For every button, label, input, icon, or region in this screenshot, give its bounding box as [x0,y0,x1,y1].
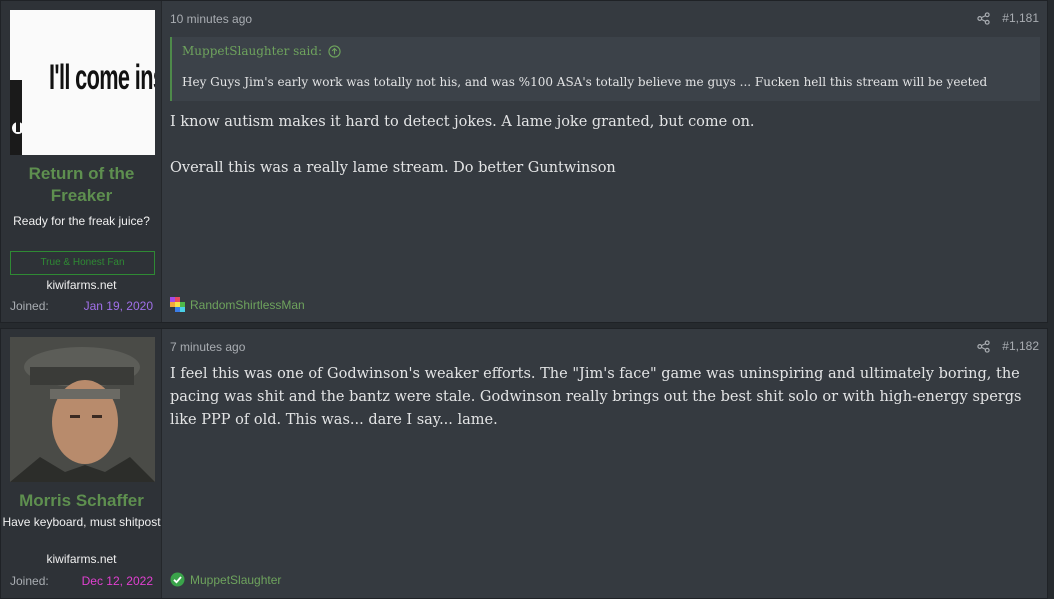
message-body: I know autism makes it hard to detect jo… [170,111,1030,180]
quote-author[interactable]: MuppetSlaughter said: [182,44,322,58]
quote-block: MuppetSlaughter said: Hey Guys Jim's ear… [170,37,1040,101]
post-1181: I'll come inside Return of the Freaker R… [0,0,1048,323]
arrow-up-circle-icon[interactable] [328,44,341,58]
post-time[interactable]: 7 minutes ago [170,340,245,354]
user-site: kiwifarms.net [46,278,117,292]
avatar-image [10,337,155,482]
post-1182: Morris Schaffer Have keyboard, must shit… [0,328,1048,599]
user-pane: Morris Schaffer Have keyboard, must shit… [1,329,162,598]
post-number[interactable]: #1,182 [1002,339,1039,353]
username[interactable]: Return of the Freaker [1,163,162,207]
reaction-user[interactable]: RandomShirtlessMan [190,298,305,312]
reaction-user[interactable]: MuppetSlaughter [190,573,281,587]
avatar[interactable] [10,337,155,482]
rainbow-pixel-icon [170,297,185,312]
green-check-icon [170,572,185,587]
message-body: I feel this was one of Godwinson's weake… [170,363,1030,432]
share-icon[interactable] [977,11,990,25]
avatar-caption: I'll come inside [49,58,155,97]
reaction-bar[interactable]: RandomShirtlessMan [170,297,305,312]
share-icon[interactable] [977,339,990,353]
joined-date: Jan 19, 2020 [83,299,153,313]
username[interactable]: Morris Schaffer [1,490,162,512]
post-number[interactable]: #1,181 [1002,11,1039,25]
user-site: kiwifarms.net [46,552,117,566]
message-paragraph: I know autism makes it hard to detect jo… [170,114,755,130]
user-banner: True & Honest Fan [10,251,155,275]
post-time[interactable]: 10 minutes ago [170,12,252,26]
joined-label: Joined: [10,574,49,588]
avatar[interactable]: I'll come inside [10,10,155,155]
user-title: Have keyboard, must shitpost [2,515,161,529]
message-paragraph: Overall this was a really lame stream. D… [170,160,616,176]
message-paragraph: I feel this was one of Godwinson's weake… [170,366,1022,428]
reaction-bar[interactable]: MuppetSlaughter [170,572,281,587]
quote-text: Hey Guys Jim's early work was totally no… [182,75,988,89]
user-pane: I'll come inside Return of the Freaker R… [1,1,162,322]
joined-label: Joined: [10,299,49,313]
user-title: Ready for the freak juice? [13,214,150,228]
joined-date: Dec 12, 2022 [81,574,153,588]
